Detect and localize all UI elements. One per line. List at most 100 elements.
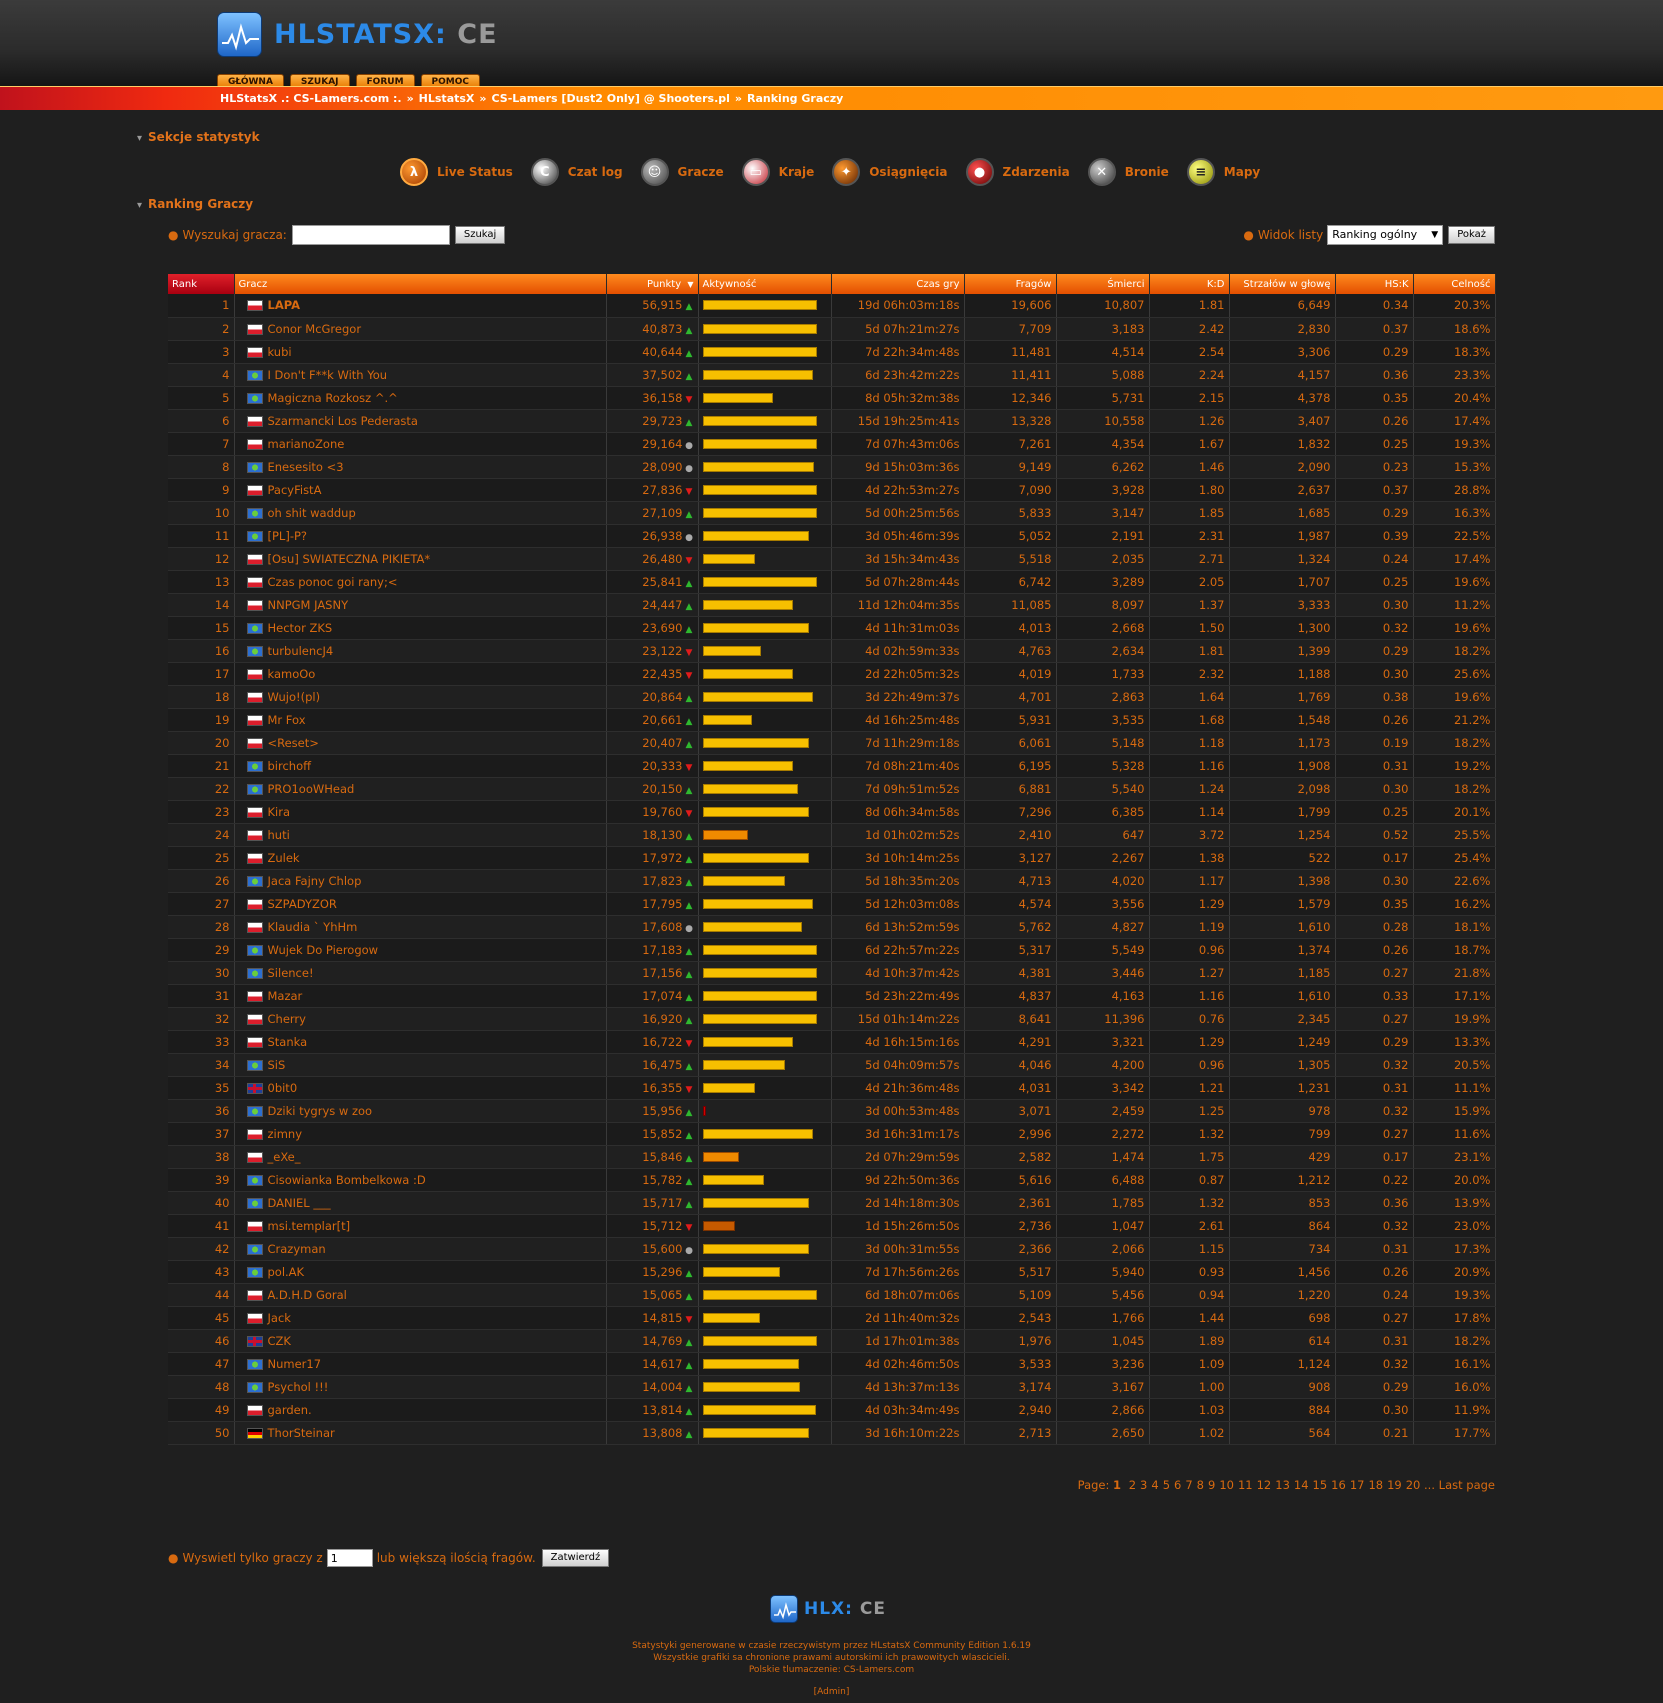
player-name-link[interactable]: SiS: [268, 1058, 286, 1072]
sections-title[interactable]: Sekcje statystyk: [137, 130, 260, 144]
player-name-link[interactable]: kamoOo: [268, 667, 316, 681]
player-name-link[interactable]: Dziki tygrys w zoo: [268, 1104, 373, 1118]
table-row[interactable]: 42 Crazyman 15,600 ● 3d 00h:31m:55s 2,366 2,06…: [168, 1237, 1496, 1261]
table-row[interactable]: 41 msi.templar[t] 15,712 ▼ 1d 15h:26m:50s 2,7…: [168, 1214, 1496, 1238]
section-maps[interactable]: ≡ Mapy: [1186, 158, 1260, 186]
table-row[interactable]: 1 LAPA 56,915 ▲ 19d 06h:03m:18s 19,606 10,807 1…: [168, 294, 1496, 318]
table-row[interactable]: 50 ThorSteinar 13,808 ▲ 3d 16h:10m:22s 2,713 2…: [168, 1421, 1496, 1445]
table-row[interactable]: 18 Wujo!(pl) 20,864 ▲ 3d 22h:49m:37s 4,701 2,8…: [168, 685, 1496, 709]
player-name-link[interactable]: kubi: [268, 345, 292, 359]
table-row[interactable]: 10 oh shit waddup 27,109 ▲ 5d 00h:25m:56s 5,8…: [168, 501, 1496, 525]
pagination-page-link[interactable]: 18: [1368, 1478, 1383, 1492]
table-row[interactable]: 23 Kira 19,760 ▼ 8d 06h:34m:58s 7,296 6,385 1.1…: [168, 800, 1496, 824]
column-header-playtime[interactable]: Czas gry: [831, 274, 965, 294]
table-row[interactable]: 30 Silence! 17,156 ▲ 4d 10h:37m:42s 4,381 3,44…: [168, 961, 1496, 985]
table-row[interactable]: 14 NNPGM JASNY 24,447 ▲ 11d 12h:04m:35s 11,08…: [168, 593, 1496, 617]
pagination-page-link[interactable]: 14: [1294, 1478, 1309, 1492]
table-row[interactable]: 38 _eXe_ 15,846 ▲ 2d 07h:29m:59s 2,582 1,474 1.…: [168, 1145, 1496, 1169]
column-header-accuracy[interactable]: Celność: [1413, 274, 1496, 294]
player-name-link[interactable]: Szarmancki Los Pederasta: [268, 414, 418, 428]
table-row[interactable]: 8 Enesesito <3 28,090 ● 9d 15h:03m:36s 9,149 6…: [168, 455, 1496, 479]
section-weapons[interactable]: ✕ Bronie: [1087, 158, 1169, 186]
player-name-link[interactable]: Crazyman: [268, 1242, 326, 1256]
player-name-link[interactable]: I Don't F**k With You: [268, 368, 388, 382]
player-name-link[interactable]: <Reset>: [268, 736, 319, 750]
column-header-deaths[interactable]: Śmierci: [1056, 274, 1150, 294]
player-name-link[interactable]: garden.: [268, 1403, 312, 1417]
breadcrumb-item-site[interactable]: HLStatsX .: CS-Lamers.com :.: [220, 92, 402, 105]
table-row[interactable]: 43 pol.AK 15,296 ▲ 7d 17h:56m:26s 5,517 5,940 0…: [168, 1260, 1496, 1284]
player-name-link[interactable]: msi.templar[t]: [268, 1219, 351, 1233]
section-awards[interactable]: ✦ Osiągnięcia: [832, 158, 948, 186]
player-name-link[interactable]: birchoff: [268, 759, 312, 773]
table-row[interactable]: 47 Numer17 14,617 ▲ 4d 02h:46m:50s 3,533 3,236…: [168, 1352, 1496, 1376]
table-row[interactable]: 44 A.D.H.D Goral 15,065 ▲ 6d 18h:07m:06s 5,10…: [168, 1283, 1496, 1307]
table-row[interactable]: 7 marianoZone 29,164 ● 7d 07h:43m:06s 7,261 4,…: [168, 432, 1496, 456]
column-header-points[interactable]: Punkty ▼: [606, 274, 699, 294]
table-row[interactable]: 11 [PL]-P? 26,938 ● 3d 05h:46m:39s 5,052 2,191…: [168, 524, 1496, 548]
admin-link[interactable]: [Admin]: [0, 1687, 1663, 1697]
section-players[interactable]: ☺ Gracze: [640, 158, 724, 186]
player-name-link[interactable]: Numer17: [268, 1357, 322, 1371]
table-row[interactable]: 35 0bit0 16,355 ▼ 4d 21h:36m:48s 4,031 3,342 1.…: [168, 1076, 1496, 1100]
breadcrumb-item-server[interactable]: CS-Lamers [Dust2 Only] @ Shooters.pl: [492, 92, 730, 105]
table-row[interactable]: 46 CZK 14,769 ▲ 1d 17h:01m:38s 1,976 1,045 1.89…: [168, 1329, 1496, 1353]
table-row[interactable]: 33 Stanka 16,722 ▼ 4d 16h:15m:16s 4,291 3,321 1…: [168, 1030, 1496, 1054]
player-name-link[interactable]: PRO1ooWHead: [268, 782, 355, 796]
pagination-page-link[interactable]: 17: [1350, 1478, 1365, 1492]
pagination-page-link[interactable]: 13: [1275, 1478, 1290, 1492]
player-name-link[interactable]: Cisowianka Bombelkowa :D: [268, 1173, 426, 1187]
pagination-page-link[interactable]: 9: [1208, 1478, 1215, 1492]
table-row[interactable]: 16 turbulencJ4 23,122 ▼ 4d 02h:59m:33s 4,763 2…: [168, 639, 1496, 663]
table-row[interactable]: 25 Zulek 17,972 ▲ 3d 10h:14m:25s 3,127 2,267 1.…: [168, 846, 1496, 870]
table-row[interactable]: 2 Conor McGregor 40,873 ▲ 5d 07h:21m:27s 7,70…: [168, 317, 1496, 341]
player-name-link[interactable]: marianoZone: [268, 437, 345, 451]
player-name-link[interactable]: [Osu] SWIATECZNA PIKIETA*: [268, 552, 431, 566]
min-frags-input[interactable]: [326, 1549, 373, 1567]
table-row[interactable]: 13 Czas ponoc goi rany;< 25,841 ▲ 5d 07h:28m…: [168, 570, 1496, 594]
pagination-page-link[interactable]: 6: [1174, 1478, 1181, 1492]
player-name-link[interactable]: Wujo!(pl): [268, 690, 321, 704]
player-name-link[interactable]: Wujek Do Pierogow: [268, 943, 379, 957]
hlstatsx-logo[interactable]: HLSTATSX: CE: [217, 10, 498, 58]
table-row[interactable]: 9 PacyFistA 27,836 ▼ 4d 22h:53m:27s 7,090 3,92…: [168, 478, 1496, 502]
table-row[interactable]: 3 kubi 40,644 ▲ 7d 22h:34m:48s 11,481 4,514 2.5…: [168, 340, 1496, 364]
table-row[interactable]: 5 Magiczna Rozkosz ^.^ 36,158 ▼ 8d 05h:32m:3…: [168, 386, 1496, 410]
pagination-page-link[interactable]: 2: [1129, 1478, 1136, 1492]
breadcrumb-item-hlstatsx[interactable]: HLstatsX: [419, 92, 475, 105]
player-name-link[interactable]: Stanka: [268, 1035, 308, 1049]
player-name-link[interactable]: _eXe_: [268, 1150, 301, 1164]
player-name-link[interactable]: CZK: [268, 1334, 291, 1348]
table-row[interactable]: 28 Klaudia ` YhHm 17,608 ● 6d 13h:52m:59s 5,7…: [168, 915, 1496, 939]
pagination-page-link[interactable]: 8: [1197, 1478, 1204, 1492]
table-row[interactable]: 15 Hector ZKS 23,690 ▲ 4d 11h:31m:03s 4,013 2,…: [168, 616, 1496, 640]
table-row[interactable]: 36 Dziki tygrys w zoo 15,956 ▲ 3d 00h:53m:48…: [168, 1099, 1496, 1123]
player-name-link[interactable]: ThorSteinar: [268, 1426, 335, 1440]
table-row[interactable]: 49 garden. 13,814 ▲ 4d 03h:34m:49s 2,940 2,866…: [168, 1398, 1496, 1422]
table-row[interactable]: 4 I Don't F**k With You 37,502 ▲ 6d 23h:42m:…: [168, 363, 1496, 387]
column-header-headshots[interactable]: Strzałów w głowę: [1229, 274, 1336, 294]
pagination-page-link[interactable]: 10: [1219, 1478, 1234, 1492]
player-name-link[interactable]: Zulek: [268, 851, 300, 865]
player-name-link[interactable]: Cherry: [268, 1012, 306, 1026]
table-row[interactable]: 22 PRO1ooWHead 20,150 ▲ 7d 09h:51m:52s 6,881 5…: [168, 777, 1496, 801]
player-name-link[interactable]: SZPADYZOR: [268, 897, 337, 911]
section-countries[interactable]: ▭ Kraje: [741, 158, 814, 186]
player-name-link[interactable]: [PL]-P?: [268, 529, 308, 543]
show-button[interactable]: Pokaż: [1448, 226, 1495, 244]
table-row[interactable]: 45 Jack 14,815 ▼ 2d 11h:40m:32s 2,543 1,766 1.4…: [168, 1306, 1496, 1330]
player-name-link[interactable]: oh shit waddup: [268, 506, 356, 520]
column-header-kills[interactable]: Fragów: [964, 274, 1057, 294]
player-name-link[interactable]: NNPGM JASNY: [268, 598, 349, 612]
pagination-page-link[interactable]: 16: [1331, 1478, 1346, 1492]
footer-logo[interactable]: HLX: CE: [770, 1595, 886, 1623]
player-name-link[interactable]: Conor McGregor: [268, 322, 362, 336]
table-row[interactable]: 39 Cisowianka Bombelkowa :D 15,782 ▲ 9d 22h:…: [168, 1168, 1496, 1192]
column-header-hsk[interactable]: HS:K: [1335, 274, 1414, 294]
table-row[interactable]: 17 kamoOo 22,435 ▼ 2d 22h:05m:32s 4,019 1,733 2…: [168, 662, 1496, 686]
pagination-page-link[interactable]: 20: [1406, 1478, 1421, 1492]
player-name-link[interactable]: zimny: [268, 1127, 303, 1141]
column-header-player[interactable]: Gracz: [234, 274, 607, 294]
player-name-link[interactable]: A.D.H.D Goral: [268, 1288, 347, 1302]
table-row[interactable]: 31 Mazar 17,074 ▲ 5d 23h:22m:49s 4,837 4,163 1.…: [168, 984, 1496, 1008]
